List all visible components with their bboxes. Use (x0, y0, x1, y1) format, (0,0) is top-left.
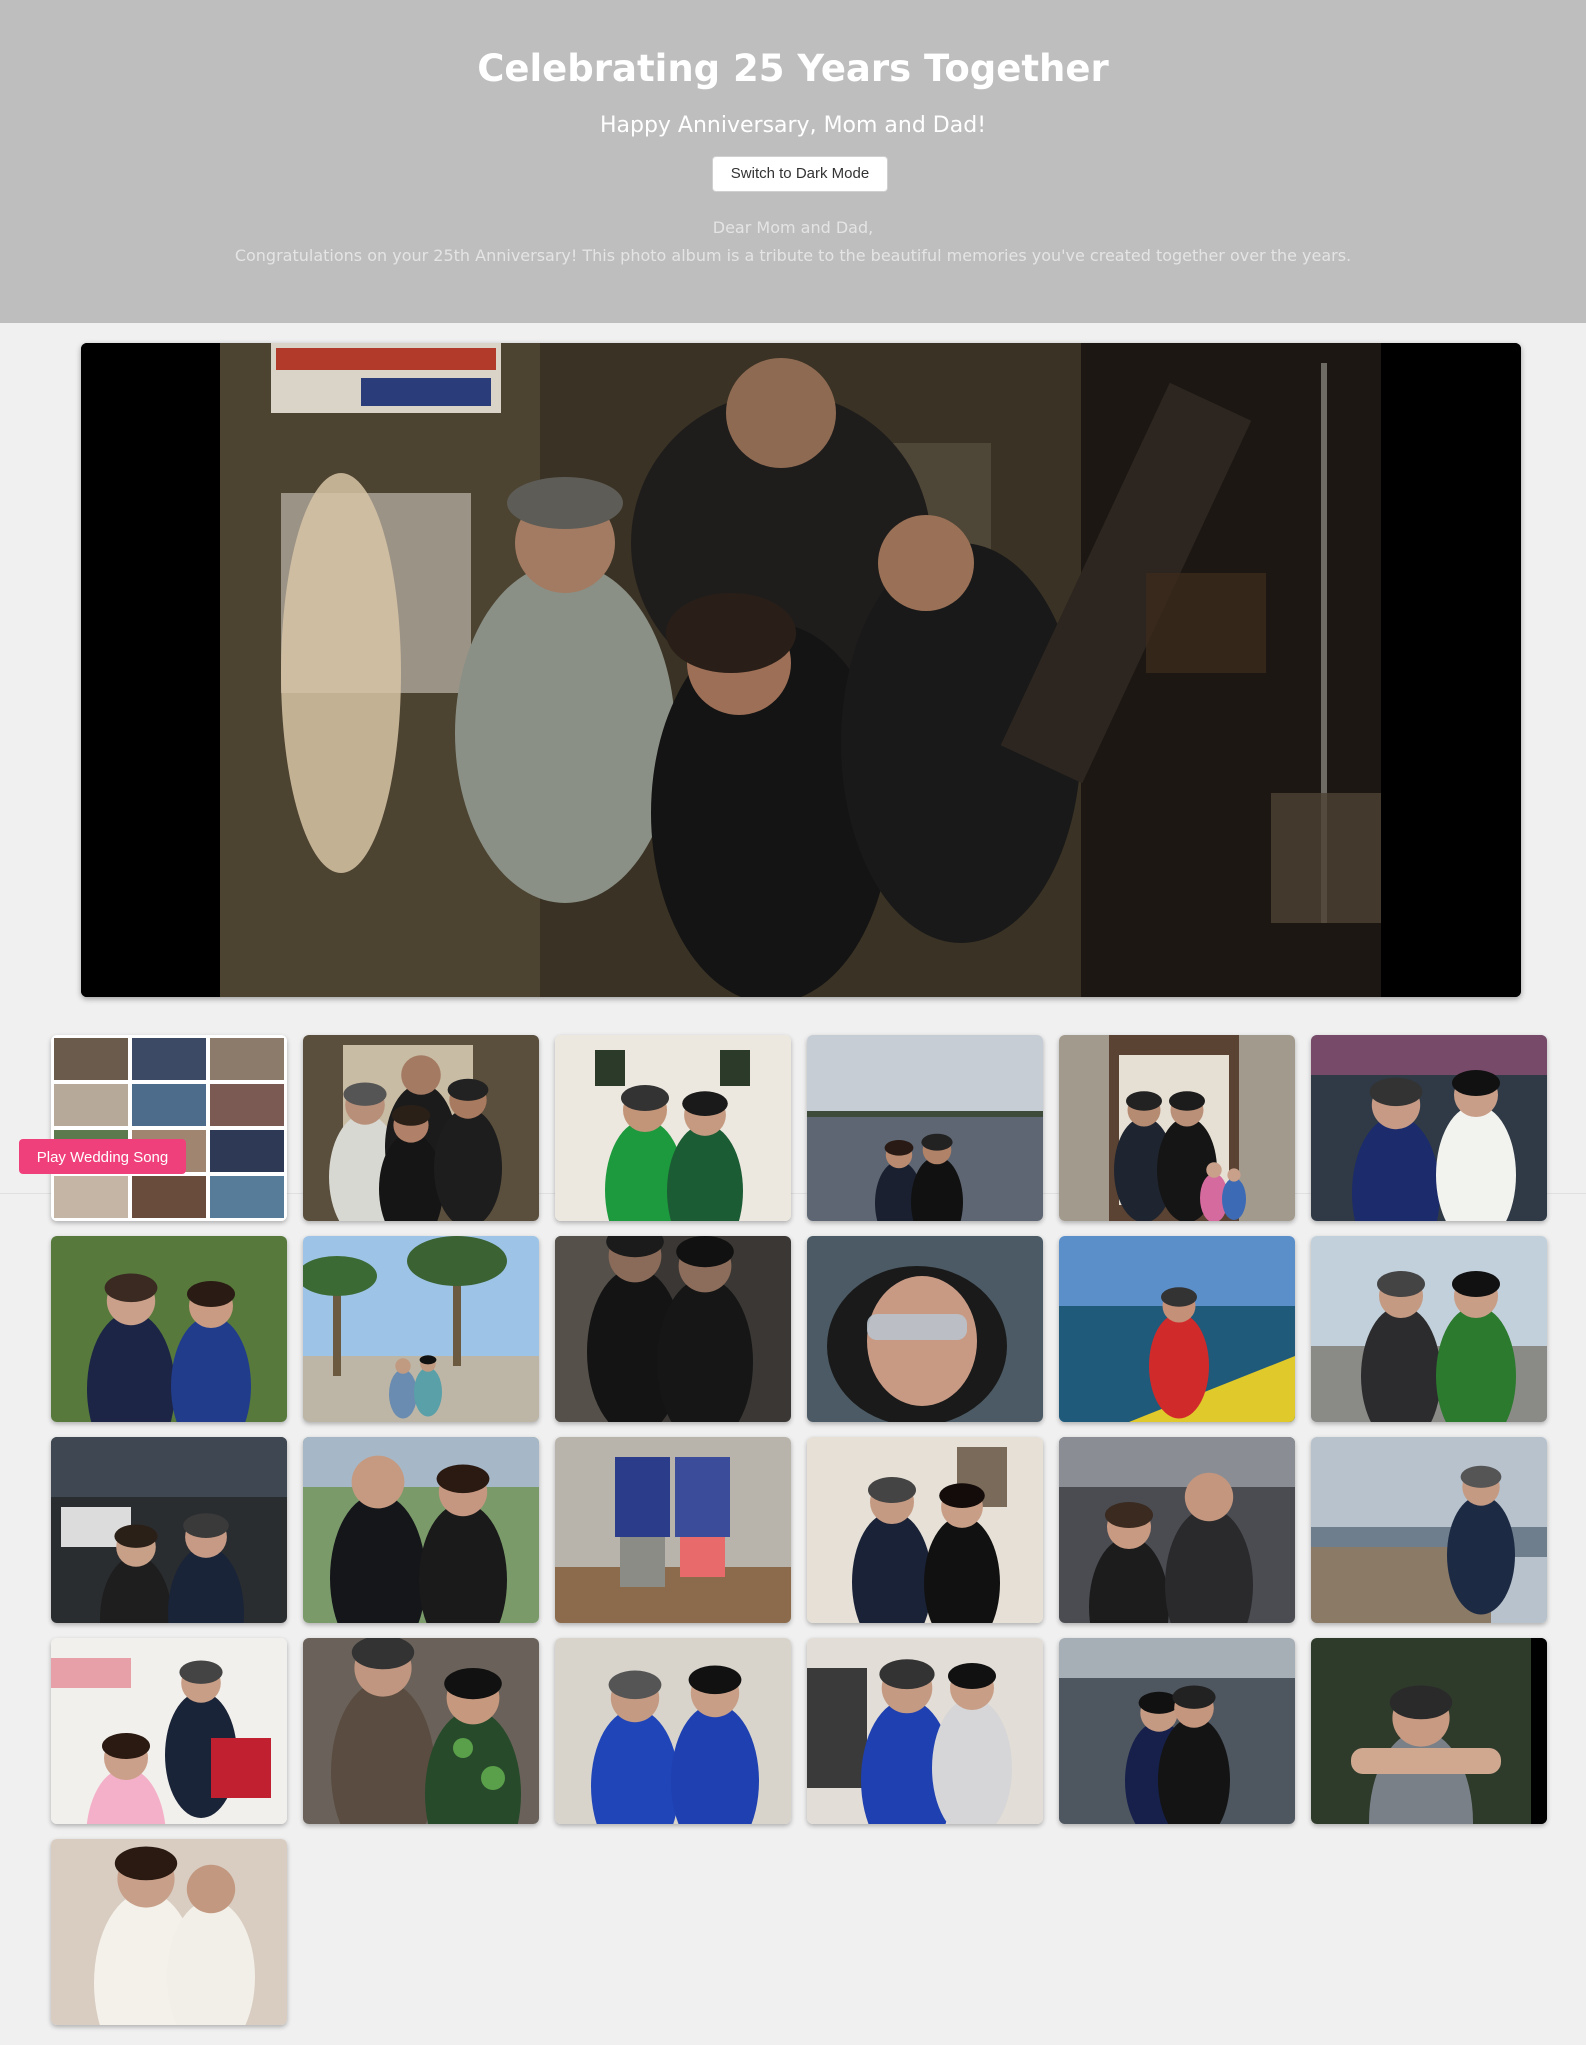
gallery-photo[interactable] (1311, 1437, 1547, 1623)
gallery-photo-image (807, 1437, 1043, 1623)
gallery-photo[interactable] (1059, 1035, 1295, 1221)
gallery-photo-image (555, 1035, 791, 1221)
gallery-photo[interactable] (303, 1035, 539, 1221)
gallery-photo-image (555, 1437, 791, 1623)
gallery-photo[interactable] (555, 1638, 791, 1824)
page-title: Celebrating 25 Years Together (477, 47, 1109, 90)
gallery-photo[interactable] (51, 1839, 287, 2025)
gallery-photo[interactable] (303, 1236, 539, 1422)
gallery-photo[interactable] (303, 1437, 539, 1623)
page-header: Celebrating 25 Years Together Happy Anni… (0, 0, 1586, 323)
gallery-photo-image (51, 1437, 287, 1623)
gallery-photo-image (555, 1236, 791, 1422)
gallery-photo-image (51, 1839, 287, 2025)
gallery-photo-image (1059, 1236, 1295, 1422)
gallery-photo[interactable] (1059, 1638, 1295, 1824)
gallery-photo-image (51, 1638, 287, 1824)
gallery-photo[interactable] (51, 1035, 287, 1221)
gallery-photo[interactable] (1059, 1437, 1295, 1623)
gallery-photo[interactable] (303, 1638, 539, 1824)
gallery-photo-image (807, 1638, 1043, 1824)
featured-photo[interactable] (81, 343, 1521, 997)
gallery-photo-image (1059, 1437, 1295, 1623)
gallery-photo-image (1311, 1437, 1547, 1623)
gallery-photo-image (51, 1236, 287, 1422)
gallery-photo[interactable] (555, 1236, 791, 1422)
gallery-photo-image (303, 1638, 539, 1824)
featured-photo-image (81, 343, 1521, 997)
gallery-photo-image (1059, 1035, 1295, 1221)
gallery-photo-image (555, 1638, 791, 1824)
gallery-photo-image (303, 1236, 539, 1422)
page-subtitle: Happy Anniversary, Mom and Dad! (599, 113, 987, 138)
gallery-photo[interactable] (51, 1638, 287, 1824)
gallery-photo-image (303, 1035, 539, 1221)
gallery-photo-image (51, 1035, 287, 1221)
gallery-photo[interactable] (555, 1437, 791, 1623)
gallery-photo[interactable] (1059, 1236, 1295, 1422)
gallery-photo[interactable] (1311, 1638, 1547, 1824)
gallery-photo[interactable] (807, 1236, 1043, 1422)
gallery-photo[interactable] (1311, 1236, 1547, 1422)
gallery-photo-image (807, 1236, 1043, 1422)
gallery-photo-image (807, 1035, 1043, 1221)
anniversary-letter: Dear Mom and Dad, Congratulations on you… (0, 214, 1586, 270)
letter-greeting: Dear Mom and Dad, (712, 218, 874, 237)
gallery-photo[interactable] (807, 1437, 1043, 1623)
gallery-photo[interactable] (51, 1437, 287, 1623)
gallery-photo[interactable] (1311, 1035, 1547, 1221)
gallery-photo[interactable] (51, 1236, 287, 1422)
gallery-photo-image (1311, 1035, 1547, 1221)
gallery-photo[interactable] (807, 1638, 1043, 1824)
gallery-photo-image (1059, 1638, 1295, 1824)
gallery-photo-image (1311, 1638, 1547, 1824)
gallery-photo[interactable] (555, 1035, 791, 1221)
gallery-photo[interactable] (807, 1035, 1043, 1221)
dark-mode-toggle-button[interactable]: Switch to Dark Mode (712, 156, 888, 192)
gallery-photo-image (303, 1437, 539, 1623)
gallery-photo-image (1311, 1236, 1547, 1422)
play-wedding-song-button[interactable]: Play Wedding Song (19, 1139, 186, 1174)
letter-body: Congratulations on your 25th Anniversary… (234, 246, 1352, 265)
